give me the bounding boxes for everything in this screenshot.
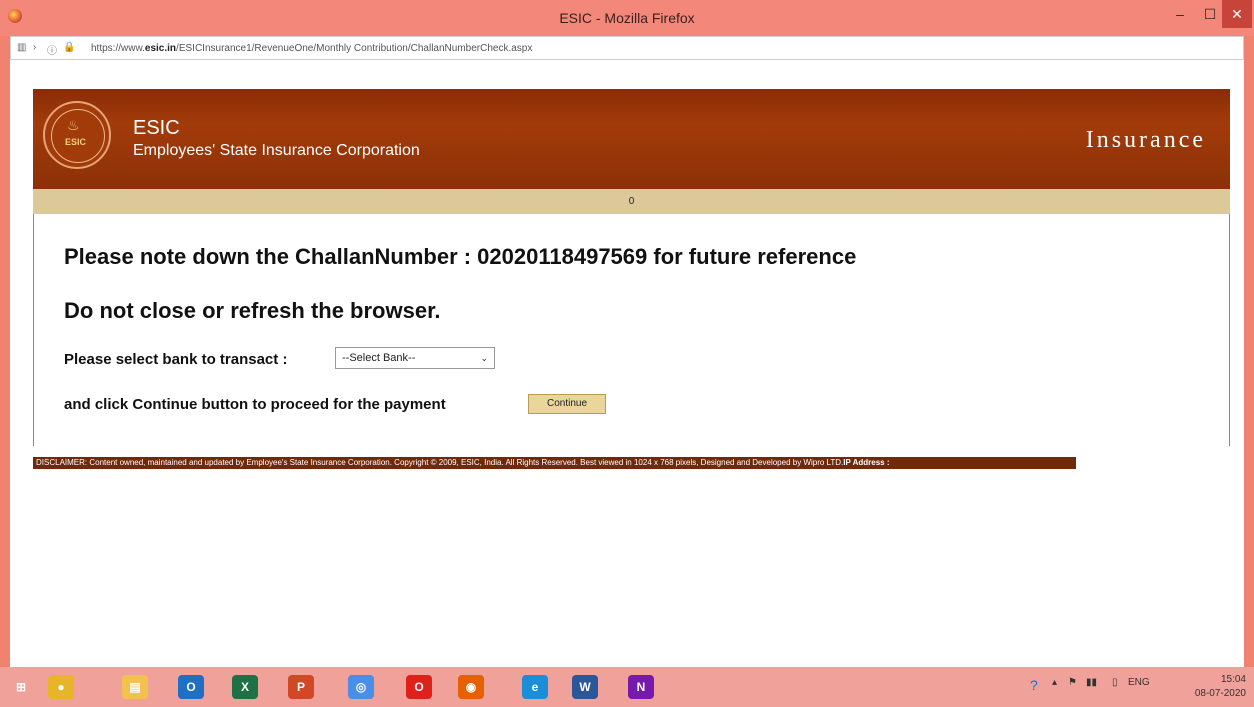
- taskbar: ⊞ ● ▤ O X P ◎ O ◉ e W N ? ▴ ⚑ ▮▮ ▯ ENG 15:04 08-07-…: [0, 667, 1254, 707]
- file-explorer-icon[interactable]: ▤: [122, 675, 148, 699]
- continue-prompt: and click Continue button to proceed for…: [64, 396, 446, 413]
- lamp-icon: ♨: [67, 117, 80, 133]
- logo-text: ESIC: [65, 137, 87, 147]
- flag-icon[interactable]: ⚑: [1068, 677, 1077, 688]
- esic-logo[interactable]: ♨ ESIC: [43, 101, 111, 169]
- word-icon[interactable]: W: [572, 675, 598, 699]
- warning-message: Do not close or refresh the browser.: [64, 298, 441, 323]
- title-bar: ESIC - Mozilla Firefox – ☐ ✕: [0, 0, 1254, 36]
- maximize-icon: ☐: [1203, 6, 1217, 22]
- opera-icon[interactable]: O: [406, 675, 432, 699]
- ip-address-label: IP Address :: [843, 458, 890, 467]
- close-button[interactable]: ✕: [1222, 0, 1252, 28]
- disclaimer-text: DISCLAIMER: Content owned, maintained an…: [36, 458, 844, 467]
- bank-select-label: Please select bank to transact :: [64, 351, 288, 368]
- outlook-icon[interactable]: O: [178, 675, 204, 699]
- clock-date: 08-07-2020: [1194, 688, 1246, 699]
- firefox-icon[interactable]: ◉: [458, 675, 484, 699]
- windows-start-icon[interactable]: ⊞: [8, 675, 34, 699]
- brand-name: ESIC: [133, 117, 180, 139]
- help-icon[interactable]: ?: [1030, 677, 1038, 693]
- lock-icon[interactable]: 🔒: [63, 42, 75, 53]
- status-strip: 0: [33, 189, 1230, 214]
- chevron-right-icon: ›: [33, 42, 37, 53]
- status-value: 0: [628, 196, 635, 207]
- library-icon[interactable]: ▥: [17, 42, 26, 53]
- minimize-icon: –: [1176, 6, 1184, 22]
- powerpoint-icon[interactable]: P: [288, 675, 314, 699]
- chevron-up-icon[interactable]: ▴: [1052, 677, 1057, 688]
- url-text[interactable]: https://www.esic.in/ESICInsurance1/Reven…: [91, 43, 532, 54]
- bank-select[interactable]: --Select Bank-- ⌄: [335, 347, 495, 369]
- battery-icon[interactable]: ▯: [1112, 677, 1118, 688]
- chevron-down-icon: ⌄: [480, 353, 488, 363]
- network-icon[interactable]: ▮▮: [1086, 677, 1097, 688]
- bank-select-value: --Select Bank--: [342, 352, 416, 364]
- info-icon[interactable]: ⓘ: [47, 42, 57, 57]
- excel-icon[interactable]: X: [232, 675, 258, 699]
- internet-explorer-icon[interactable]: e: [522, 675, 548, 699]
- continue-button[interactable]: Continue: [528, 394, 606, 414]
- challan-message: Please note down the ChallanNumber : 020…: [64, 244, 857, 269]
- window-title: ESIC - Mozilla Firefox: [559, 10, 695, 26]
- clock[interactable]: 15:04 08-07-2020: [1195, 673, 1246, 701]
- disclaimer-footer: DISCLAIMER: Content owned, maintained an…: [33, 457, 1076, 469]
- site-header: ♨ ESIC ESIC Employees' State Insurance C…: [33, 89, 1230, 189]
- clock-time: 15:04: [1220, 674, 1246, 685]
- chromium-icon[interactable]: ◎: [348, 675, 374, 699]
- address-bar[interactable]: ▥ › ⓘ 🔒 https://www.esic.in/ESICInsuranc…: [10, 36, 1244, 60]
- language-indicator[interactable]: ENG: [1128, 677, 1150, 688]
- main-content: Please note down the ChallanNumber : 020…: [33, 214, 1230, 446]
- brand-subtitle: Employees' State Insurance Corporation: [133, 142, 420, 159]
- onenote-icon[interactable]: N: [628, 675, 654, 699]
- page-viewport: ♨ ESIC ESIC Employees' State Insurance C…: [10, 60, 1244, 667]
- close-icon: ✕: [1231, 6, 1243, 22]
- section-label: Insurance: [1085, 127, 1206, 153]
- chrome-icon[interactable]: ●: [48, 675, 74, 699]
